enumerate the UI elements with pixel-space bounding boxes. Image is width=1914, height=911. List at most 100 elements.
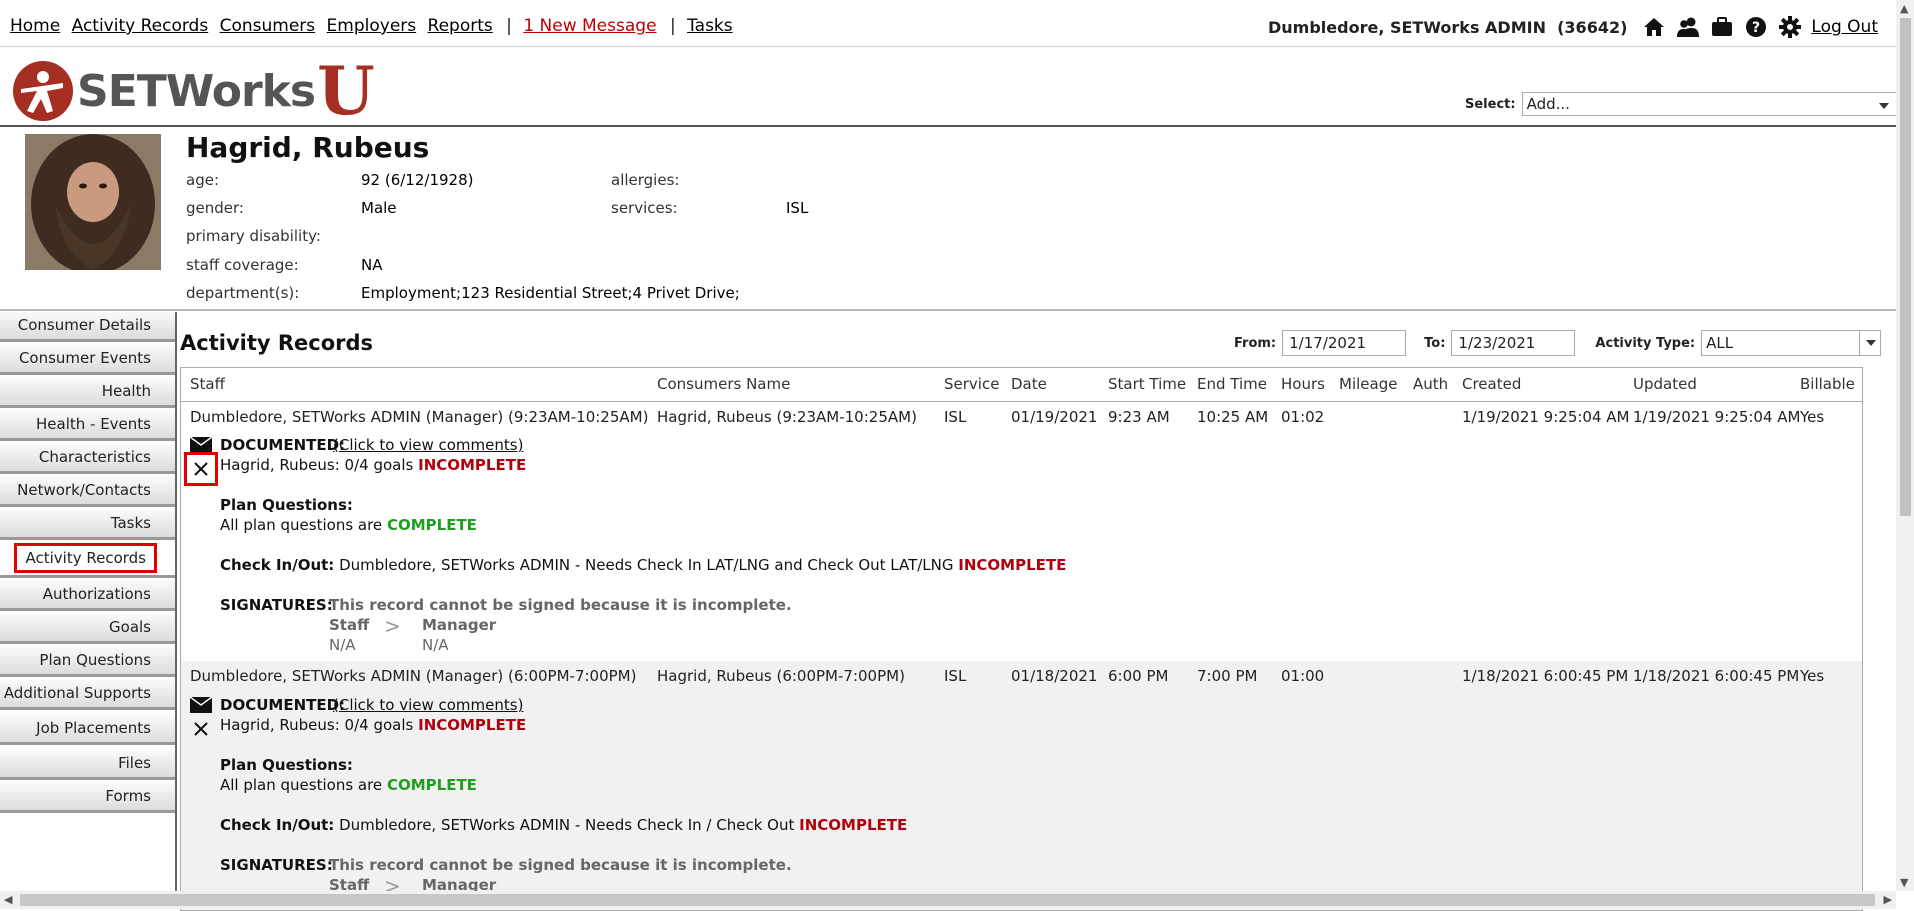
- goals-status-line: Hagrid, Rubeus: 0/4 goals INCOMPLETE: [220, 716, 527, 734]
- add-select[interactable]: Add...: [1521, 92, 1898, 116]
- cell-billable: Yes: [1800, 408, 1825, 426]
- documented-label: DOCUMENTED:: [220, 436, 346, 454]
- add-select-wrap: Select: Add...: [1465, 92, 1898, 116]
- cell-date: 01/18/2021: [1011, 667, 1098, 685]
- cell-hours: 01:02: [1281, 408, 1325, 426]
- col-header-billable[interactable]: Billable: [1800, 375, 1855, 393]
- select-label: Select:: [1465, 96, 1516, 112]
- col-header-created[interactable]: Created: [1462, 375, 1521, 393]
- top-nav: Home Activity Records Consumers Employer…: [0, 0, 1896, 47]
- cell-consumer: Hagrid, Rubeus (9:23AM-10:25AM): [657, 408, 917, 426]
- plan-questions-status: All plan questions are COMPLETE: [220, 516, 477, 534]
- gender-value: Male: [361, 199, 397, 217]
- staff-coverage-label: staff coverage:: [186, 256, 299, 274]
- scroll-up-icon[interactable]: ▲: [1900, 2, 1908, 15]
- home-icon[interactable]: [1641, 14, 1667, 40]
- col-header-service[interactable]: Service: [944, 375, 999, 393]
- activity-type-label: Activity Type:: [1595, 335, 1696, 351]
- nav-employers[interactable]: Employers: [327, 16, 417, 36]
- sidebar-item-consumer-events[interactable]: Consumer Events: [0, 345, 175, 375]
- cell-date: 01/19/2021: [1011, 408, 1098, 426]
- users-icon[interactable]: [1675, 14, 1701, 40]
- nav-separator: |: [506, 16, 512, 36]
- col-header-hours[interactable]: Hours: [1281, 375, 1325, 393]
- sidebar-item-files[interactable]: Files: [0, 750, 175, 780]
- staff-coverage-value: NA: [361, 256, 383, 274]
- services-value: ISL: [786, 199, 809, 217]
- consumer-photo: [25, 134, 161, 270]
- sidebar-item-additional-supports[interactable]: Additional Supports: [0, 680, 175, 710]
- activity-type-select[interactable]: ALL: [1701, 330, 1882, 356]
- svg-text:?: ?: [1752, 20, 1760, 36]
- sidebar-item-authorizations[interactable]: Authorizations: [0, 581, 175, 611]
- vertical-scroll-thumb[interactable]: [1900, 18, 1911, 516]
- col-header-consumers-name[interactable]: Consumers Name: [657, 375, 790, 393]
- sidebar-item-consumer-details[interactable]: Consumer Details: [0, 312, 175, 342]
- col-header-date[interactable]: Date: [1011, 375, 1047, 393]
- col-header-start-time[interactable]: Start Time: [1108, 375, 1186, 393]
- nav-consumers[interactable]: Consumers: [220, 16, 316, 36]
- col-header-staff[interactable]: Staff: [190, 375, 225, 393]
- scroll-right-icon[interactable]: ▶: [1884, 893, 1892, 906]
- sidebar-item-tasks[interactable]: Tasks: [0, 510, 175, 540]
- horizontal-scrollbar[interactable]: ◀ ▶: [0, 891, 1896, 909]
- sidebar-item-goals[interactable]: Goals: [0, 614, 175, 644]
- close-icon[interactable]: [184, 712, 218, 746]
- chevron-down-icon: [1859, 331, 1877, 355]
- sidebar-item-plan-questions[interactable]: Plan Questions: [0, 647, 175, 677]
- user-area: Dumbledore, SETWorks ADMIN (36642) ? Log…: [1268, 14, 1878, 40]
- col-header-mileage[interactable]: Mileage: [1339, 375, 1397, 393]
- briefcase-icon[interactable]: [1709, 14, 1735, 40]
- sidebar-item-network-contacts[interactable]: Network/Contacts: [0, 477, 175, 507]
- cell-start-time: 6:00 PM: [1108, 667, 1169, 685]
- activity-records-table: Staff Consumers Name Service Date Start …: [180, 367, 1863, 911]
- cell-updated: 1/19/2021 9:25:04 AM: [1633, 408, 1801, 426]
- to-date-input[interactable]: 1/23/2021: [1451, 330, 1576, 356]
- scroll-down-icon[interactable]: ▼: [1900, 876, 1908, 889]
- allergies-label: allergies:: [611, 171, 680, 189]
- table-row[interactable]: Dumbledore, SETWorks ADMIN (Manager) (6:…: [181, 661, 1862, 910]
- scroll-left-icon[interactable]: ◀: [4, 893, 12, 906]
- sidebar-item-health-events[interactable]: Health - Events: [0, 411, 175, 441]
- col-header-end-time[interactable]: End Time: [1197, 375, 1267, 393]
- activity-records-title: Activity Records: [180, 331, 374, 355]
- logout-link[interactable]: Log Out: [1811, 17, 1878, 37]
- sidebar-item-health[interactable]: Health: [0, 378, 175, 408]
- from-date-input[interactable]: 1/17/2021: [1282, 330, 1407, 356]
- gear-icon[interactable]: [1777, 14, 1803, 40]
- sidebar-item-characteristics[interactable]: Characteristics: [0, 444, 175, 474]
- sidebar-divider: [175, 312, 177, 909]
- nav-links: Home Activity Records Consumers Employer…: [10, 16, 739, 36]
- close-icon[interactable]: [184, 452, 218, 486]
- sidebar-item-forms[interactable]: Forms: [0, 783, 175, 813]
- nav-reports[interactable]: Reports: [428, 16, 493, 36]
- cell-billable: Yes: [1800, 667, 1825, 685]
- sidebar-item-job-placements[interactable]: Job Placements: [0, 715, 175, 745]
- cell-created: 1/19/2021 9:25:04 AM: [1462, 408, 1630, 426]
- sig-staff-value: N/A: [329, 636, 356, 654]
- col-header-updated[interactable]: Updated: [1633, 375, 1697, 393]
- nav-activity-records[interactable]: Activity Records: [72, 16, 209, 36]
- nav-new-message[interactable]: 1 New Message: [523, 16, 656, 36]
- sidebar-item-activity-records[interactable]: Activity Records: [0, 543, 175, 578]
- to-label: To:: [1424, 335, 1446, 351]
- cell-end-time: 10:25 AM: [1197, 408, 1269, 426]
- setworks-logo[interactable]: SETWorks U: [13, 58, 375, 124]
- age-value: 92 (6/12/1928): [361, 171, 474, 189]
- nav-tasks[interactable]: Tasks: [687, 16, 733, 36]
- help-icon[interactable]: ?: [1743, 14, 1769, 40]
- plan-questions-label: Plan Questions:: [220, 496, 353, 514]
- primary-disability-label: primary disability:: [186, 227, 321, 245]
- view-comments-link[interactable]: (Click to view comments): [333, 696, 523, 714]
- documented-label: DOCUMENTED:: [220, 696, 346, 714]
- horizontal-scroll-thumb[interactable]: [20, 894, 1875, 906]
- nav-separator: |: [669, 16, 676, 36]
- vertical-scrollbar[interactable]: ▲ ▼: [1896, 0, 1914, 891]
- cell-updated: 1/18/2021 6:00:45 PM: [1633, 667, 1800, 685]
- signatures-label: SIGNATURES:: [220, 596, 333, 614]
- col-header-auth[interactable]: Auth: [1413, 375, 1448, 393]
- add-select-value: Add...: [1526, 95, 1570, 113]
- view-comments-link[interactable]: (Click to view comments): [333, 436, 523, 454]
- nav-home[interactable]: Home: [10, 16, 60, 36]
- table-row[interactable]: Dumbledore, SETWorks ADMIN (Manager) (9:…: [181, 402, 1862, 661]
